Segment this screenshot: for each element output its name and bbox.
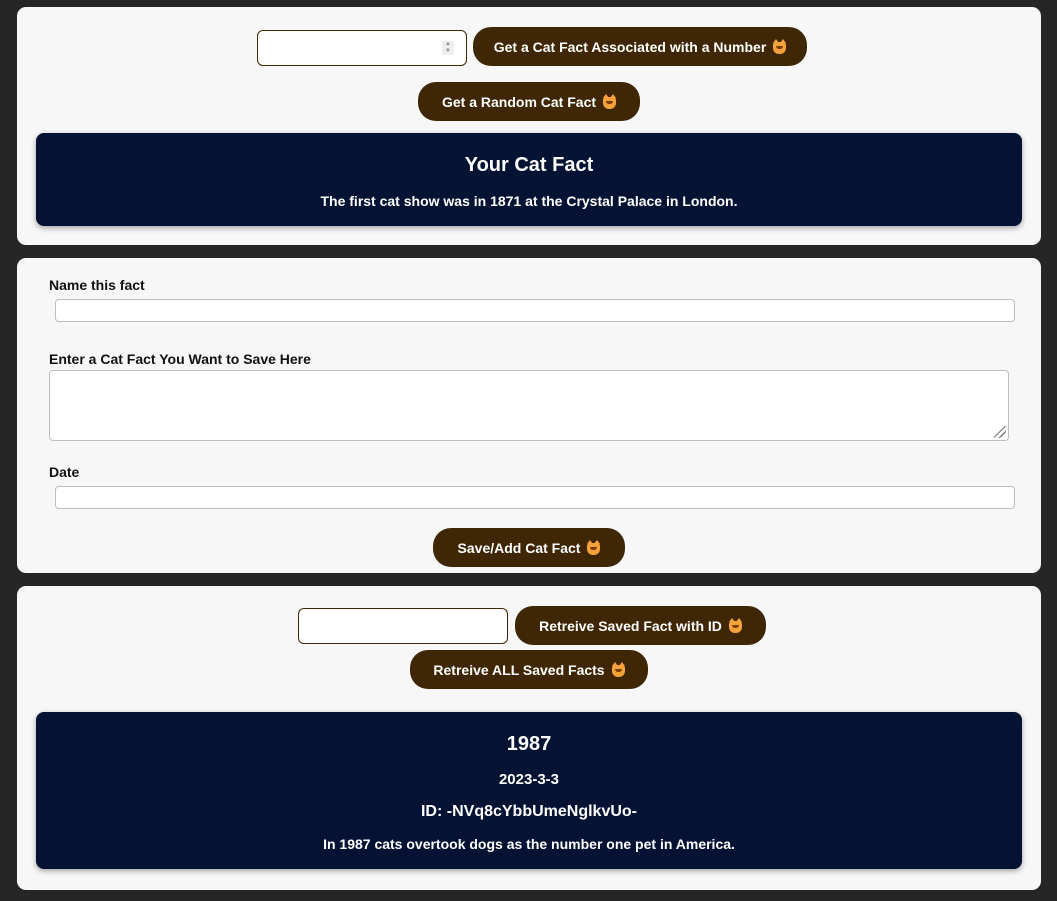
- number-fact-button[interactable]: Get a Cat Fact Associated with a Number: [473, 27, 807, 66]
- number-input[interactable]: ▲ ▼: [257, 30, 467, 66]
- date-field[interactable]: [55, 486, 1015, 509]
- random-fact-button[interactable]: Get a Random Cat Fact: [418, 82, 640, 121]
- retrieve-fact-card: Retreive Saved Fact with ID Retreive ALL…: [17, 586, 1041, 890]
- retrieve-by-id-button-label: Retreive Saved Fact with ID: [539, 617, 722, 634]
- number-spinner-icon[interactable]: ▲ ▼: [442, 41, 454, 55]
- retrieve-by-id-button[interactable]: Retreive Saved Fact with ID: [515, 606, 766, 645]
- saved-fact-id: ID: -NVq8cYbbUmeNglkvUo-: [420, 803, 638, 820]
- smiling-cat-face-icon: [587, 539, 601, 555]
- fact-panel-text: The first cat show was in 1871 at the Cr…: [320, 193, 738, 209]
- name-label: Name this fact: [49, 277, 145, 293]
- fact-panel-title: Your Cat Fact: [464, 154, 594, 176]
- smiling-cat-face-icon: [603, 93, 617, 109]
- smiling-cat-face-icon: [728, 617, 742, 633]
- fact-label: Enter a Cat Fact You Want to Save Here: [49, 351, 311, 367]
- saved-fact-name: 1987: [506, 733, 552, 755]
- smiling-cat-face-icon: [773, 38, 787, 54]
- resize-grip-icon[interactable]: [994, 426, 1006, 438]
- retrieve-all-button-label: Retreive ALL Saved Facts: [433, 661, 605, 678]
- fact-id-input[interactable]: [298, 608, 508, 644]
- save-fact-button[interactable]: Save/Add Cat Fact: [433, 528, 625, 567]
- random-fact-card: ▲ ▼ Get a Cat Fact Associated with a Numb…: [17, 7, 1041, 245]
- fact-display-panel: Your Cat Fact The first cat show was in …: [36, 133, 1022, 226]
- retrieve-all-button[interactable]: Retreive ALL Saved Facts: [410, 650, 648, 689]
- fact-textarea[interactable]: [49, 370, 1009, 441]
- number-fact-button-label: Get a Cat Fact Associated with a Number: [493, 38, 767, 55]
- random-fact-button-label: Get a Random Cat Fact: [441, 93, 597, 110]
- saved-fact-date: 2023-3-3: [498, 771, 560, 788]
- saved-fact-text: In 1987 cats overtook dogs as the number…: [323, 836, 735, 852]
- date-label: Date: [49, 464, 80, 480]
- smiling-cat-face-icon: [611, 661, 625, 677]
- save-fact-button-label: Save/Add Cat Fact: [457, 539, 581, 556]
- name-field[interactable]: [55, 299, 1015, 322]
- saved-fact-panel: 1987 2023-3-3 ID: -NVq8cYbbUmeNglkvUo- I…: [36, 712, 1022, 869]
- save-fact-card: Name this fact Enter a Cat Fact You Want…: [17, 258, 1041, 573]
